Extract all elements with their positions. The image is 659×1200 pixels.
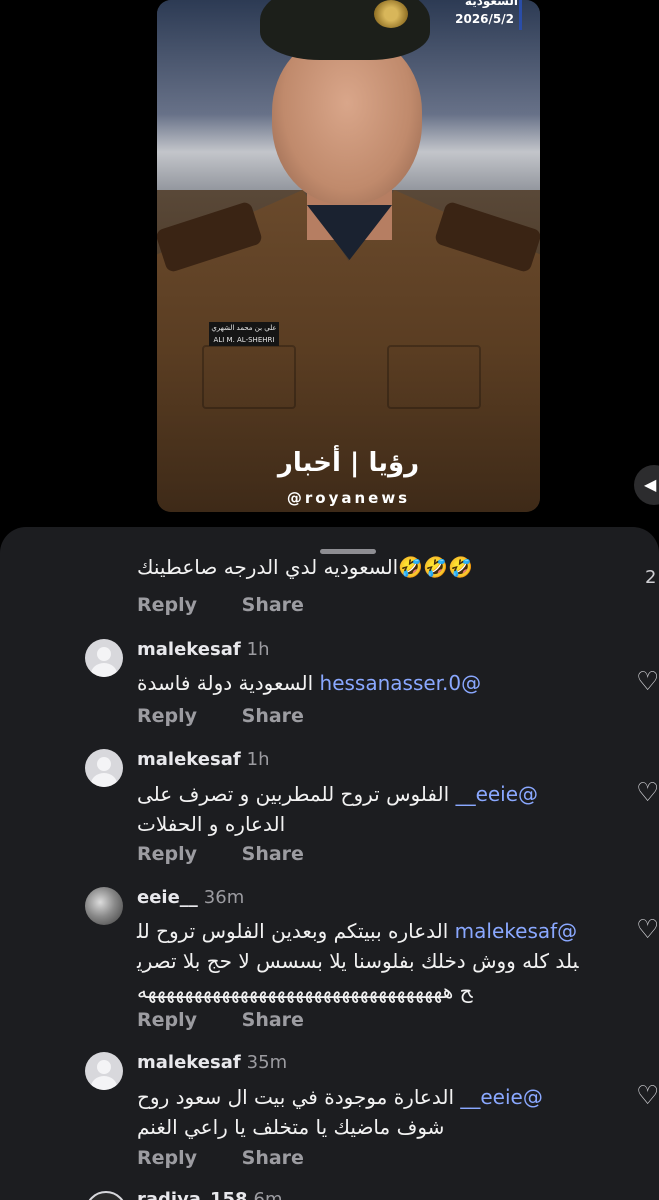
share-button[interactable]: Share — [242, 1147, 304, 1169]
avatar[interactable] — [85, 749, 123, 787]
mention-link[interactable]: @eeie__ — [460, 1085, 542, 1109]
heart-icon[interactable]: ♡ — [636, 667, 659, 697]
avatar[interactable] — [85, 1052, 123, 1090]
avatar[interactable] — [85, 639, 123, 677]
avatar-head — [97, 1060, 111, 1074]
heart-icon[interactable]: ♡ — [636, 1081, 659, 1111]
comment-actions: Reply Share — [137, 705, 304, 727]
comment-actions: Reply Share — [137, 594, 304, 616]
channel-handle: @royanews — [286, 489, 411, 507]
heart-icon[interactable]: ♡ — [636, 778, 659, 808]
nametag: علي بن محمد الشهري ALI M. AL-SHEHRI — [209, 322, 279, 346]
avatar[interactable] — [85, 887, 123, 925]
share-button[interactable]: Share — [242, 843, 304, 865]
comment-time: 35m — [246, 1052, 288, 1073]
pocket-left — [202, 345, 296, 409]
video-face — [272, 35, 422, 205]
comment-username[interactable]: eeie__ 36m — [137, 887, 244, 908]
comment-time: 1h — [246, 639, 270, 660]
video-player[interactable]: علي بن محمد الشهري ALI M. AL-SHEHRI السع… — [157, 0, 540, 512]
mention-link[interactable]: @malekesaf — [455, 919, 578, 943]
avatar-body — [91, 773, 117, 787]
reply-button[interactable]: Reply — [137, 705, 197, 727]
speaker-muted-icon: ◀ — [644, 475, 657, 494]
channel-logo: رؤيا | أخبار — [277, 448, 420, 478]
comment-time: 1h — [246, 749, 270, 770]
comment-text: @malekesaf الدعاره ببيتكم وبعدين الفلوس … — [137, 919, 579, 1003]
heart-icon[interactable]: ♡ — [636, 915, 659, 945]
comment-text: @eeie__ الدعارة موجودة في بيت ال سعود رو… — [137, 1085, 543, 1139]
reply-button[interactable]: Reply — [137, 1147, 197, 1169]
pocket-right — [387, 345, 481, 409]
share-button[interactable]: Share — [242, 1009, 304, 1031]
comment-text-cut: 🤣🤣🤣السعوديه لدي الدرجه صاعطينك — [137, 555, 473, 579]
sound-toggle-button[interactable]: ◀ — [634, 465, 659, 505]
comment-username[interactable]: malekesaf 35m — [137, 1052, 287, 1073]
comment-text: @eeie__ الفلوس تروح للمطربين و تصرف على … — [137, 782, 539, 836]
comment-username[interactable]: malekesaf 1h — [137, 749, 270, 770]
comment-time: 6m — [253, 1189, 283, 1200]
share-button[interactable]: Share — [242, 594, 304, 616]
avatar-head — [97, 757, 111, 771]
reply-button[interactable]: Reply — [137, 1009, 197, 1031]
comment-text: @hessanasser.0 السعودية دولة فاسدة — [137, 671, 482, 695]
avatar-head — [97, 647, 111, 661]
comments-sheet: 2 🤣🤣🤣السعوديه لدي الدرجه صاعطينك Reply S… — [0, 527, 659, 1200]
video-date-top: السعودية — [464, 0, 518, 8]
mention-link[interactable]: @eeie__ — [456, 782, 538, 806]
date-accent-bar — [519, 0, 522, 30]
avatar-body — [91, 1076, 117, 1090]
reply-button[interactable]: Reply — [137, 594, 197, 616]
comment-actions: Reply Share — [137, 1147, 304, 1169]
sheet-grabber[interactable] — [320, 549, 376, 554]
comment-username[interactable]: malekesaf 1h — [137, 639, 270, 660]
reply-button[interactable]: Reply — [137, 843, 197, 865]
video-date: 2026/5/2 — [455, 12, 514, 26]
share-button[interactable]: Share — [242, 705, 304, 727]
avatar[interactable] — [85, 1191, 127, 1200]
comment-actions: Reply Share — [137, 843, 304, 865]
avatar-body — [91, 663, 117, 677]
mention-link[interactable]: @hessanasser.0 — [320, 671, 482, 695]
comment-username[interactable]: radiya_158 6m — [137, 1189, 283, 1200]
comment-actions: Reply Share — [137, 1009, 304, 1031]
comment-time: 36m — [203, 887, 245, 908]
beret-badge — [374, 0, 408, 28]
side-count: 2 — [645, 567, 657, 588]
